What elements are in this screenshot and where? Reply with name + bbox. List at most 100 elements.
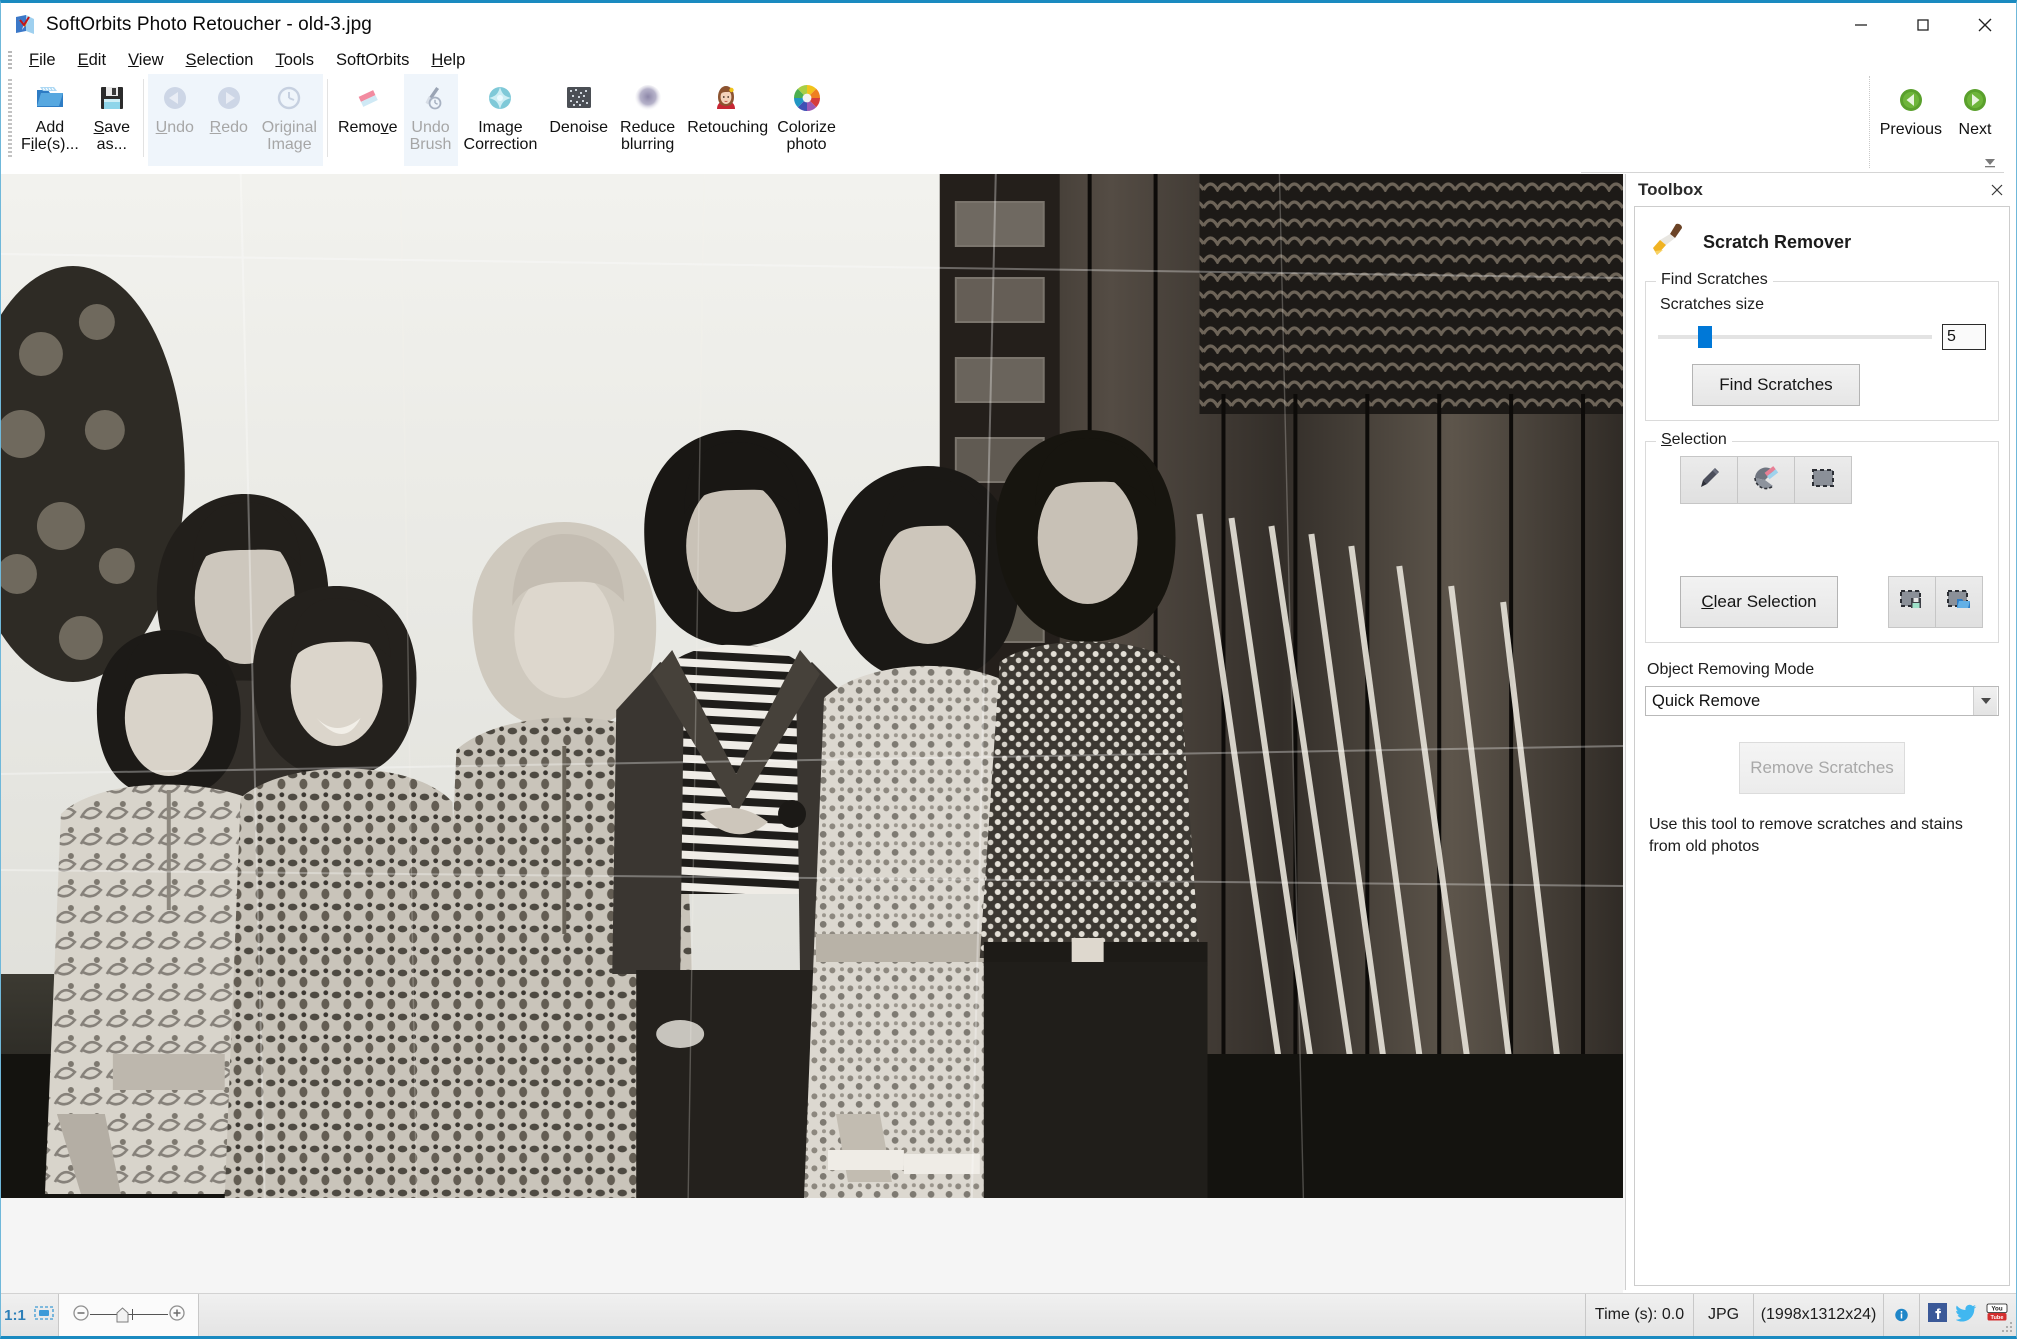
scratches-size-slider[interactable] [1658,326,1932,348]
menu-item-file[interactable]: File [18,49,67,72]
pencil-tool-button[interactable] [1680,456,1738,504]
add-files-label: Add File(s)... [21,119,79,153]
marquee-rect-icon [1810,467,1836,494]
undo-button[interactable]: Undo [148,74,202,136]
menu-item-tools[interactable]: Tools [264,49,325,72]
reduce-blurring-button[interactable]: Reduce blurring [614,74,681,153]
tool-heading: Scratch Remover [1645,215,1999,269]
zoom-slider-track[interactable] [89,1306,168,1324]
scratches-size-input[interactable]: 5 [1942,324,1986,350]
ribbon-separator [142,79,144,157]
paint-brush-icon [1651,221,1691,264]
menu-item-edit[interactable]: Edit [67,49,117,72]
zoom-ratio-label[interactable]: 1:1 [4,1307,26,1324]
scratches-size-row: 5 [1658,324,1986,350]
toolbox-panel: Toolbox Scratch Remover Find Scratches S… [1625,174,2016,1290]
status-bar: 1:1 Time (s): 0.0 JPG (1998x1312x24) You… [1,1293,2016,1336]
close-icon[interactable] [1986,179,2008,201]
menu-item-selection[interactable]: Selection [175,49,265,72]
close-button[interactable] [1954,3,2016,46]
zoom-indicator: 1:1 [1,1294,59,1336]
original-image-button[interactable]: Original Image [256,74,323,153]
colorize-photo-button[interactable]: Colorize photo [771,74,842,153]
twitter-icon[interactable] [1955,1303,1977,1327]
rectangle-select-tool-button[interactable] [1794,456,1852,504]
zoom-minus-icon[interactable] [72,1304,90,1327]
slider-thumb[interactable] [1697,326,1712,348]
colorize-photo-label: Colorize photo [777,119,836,153]
remove-scratches-button[interactable]: Remove Scratches [1739,742,1905,794]
load-selection-icon [1946,589,1972,616]
image-canvas-viewport[interactable] [1,174,1623,1294]
retouching-button[interactable]: Retouching [681,74,771,136]
toolbox-body: Scratch Remover Find Scratches Scratches… [1634,206,2010,1286]
title-bar: SoftOrbits Photo Retoucher - old-3.jpg [1,3,2016,46]
redo-button[interactable]: Redo [202,74,256,136]
tool-hint-text: Use this tool to remove scratches and st… [1649,816,1963,855]
photo-image[interactable] [1,174,1623,1198]
info-icon[interactable] [1884,1294,1920,1336]
chevron-down-icon[interactable] [1973,687,1997,715]
retouching-label: Retouching [687,119,769,136]
find-scratches-group: Find Scratches Scratches size 5 Find Scr… [1645,271,1999,421]
arrow-right-circle-icon [209,81,249,115]
load-selection-button[interactable] [1935,576,1983,628]
status-spacer [199,1294,1586,1336]
save-selection-icon [1899,589,1925,616]
remove-button[interactable]: Remove [332,74,404,136]
save-as-button[interactable]: Save as... [85,74,139,153]
menu-item-view[interactable]: View [117,49,174,72]
ribbon-group-file: Add File(s)... Save as... [15,74,139,166]
eraser-icon [348,81,388,115]
ribbon-group-history: Undo Redo Original Image [147,74,323,166]
zoom-plus-icon[interactable] [168,1304,186,1327]
undo-brush-button[interactable]: Undo Brush [404,74,458,153]
blur-circle-icon [628,81,668,115]
ribbon-collapse-icon[interactable] [1982,156,1998,170]
eraser-tool-button[interactable] [1737,456,1795,504]
ribbon-group-enhance: Image Correction Denoise Reduce blurring… [458,74,842,166]
add-files-button[interactable]: Add File(s)... [15,74,85,153]
minimize-button[interactable] [1830,3,1892,46]
scratches-size-label: Scratches size [1660,296,1765,313]
image-correction-label: Image Correction [463,119,538,153]
fit-to-window-icon[interactable] [33,1305,55,1326]
undo-brush-label: Undo Brush [409,119,452,153]
object-removing-mode-select[interactable]: Quick Remove [1645,686,1999,716]
redo-label: Redo [209,119,248,136]
resize-grip[interactable] [2001,1321,2013,1333]
application-window: SoftOrbits Photo Retoucher - old-3.jpg F… [0,0,2017,1339]
denoise-label: Denoise [549,119,609,136]
selection-actions: Clear Selection [1658,576,1986,628]
menu-item-help[interactable]: Help [420,49,476,72]
open-folder-icon [30,81,70,115]
ribbon-grip-handle[interactable] [8,79,12,157]
next-label: Next [1958,121,1992,138]
save-as-label: Save as... [93,119,131,153]
menu-grip-handle[interactable] [8,51,12,69]
menu-item-softorbits[interactable]: SoftOrbits [325,49,420,72]
reduce-blurring-label: Reduce blurring [620,119,676,153]
maximize-button[interactable] [1892,3,1954,46]
ribbon-separator [326,79,328,157]
selection-tools [1680,456,1986,504]
facebook-icon[interactable] [1928,1303,1947,1327]
original-image-label: Original Image [261,119,317,153]
tool-name: Scratch Remover [1703,231,1852,252]
ribbon-group-remove: Remove [332,74,404,166]
previous-label: Previous [1879,121,1942,138]
clear-selection-button[interactable]: Clear Selection [1680,576,1838,628]
object-removing-mode-label: Object Removing Mode [1647,661,1815,678]
previous-button[interactable]: Previous [1874,76,1948,138]
next-green-arrow-icon [1955,83,1995,117]
menu-bar: File Edit View Selection Tools SoftOrbit… [1,46,2016,74]
portrait-woman-icon [706,81,746,115]
next-button[interactable]: Next [1948,76,2002,138]
zoom-handle-icon[interactable] [116,1307,129,1328]
denoise-button[interactable]: Denoise [543,74,614,136]
zoom-slider[interactable] [59,1294,199,1336]
save-selection-button[interactable] [1888,576,1936,628]
color-wheel-icon [787,81,827,115]
find-scratches-button[interactable]: Find Scratches [1692,364,1860,406]
image-correction-button[interactable]: Image Correction [458,74,544,153]
